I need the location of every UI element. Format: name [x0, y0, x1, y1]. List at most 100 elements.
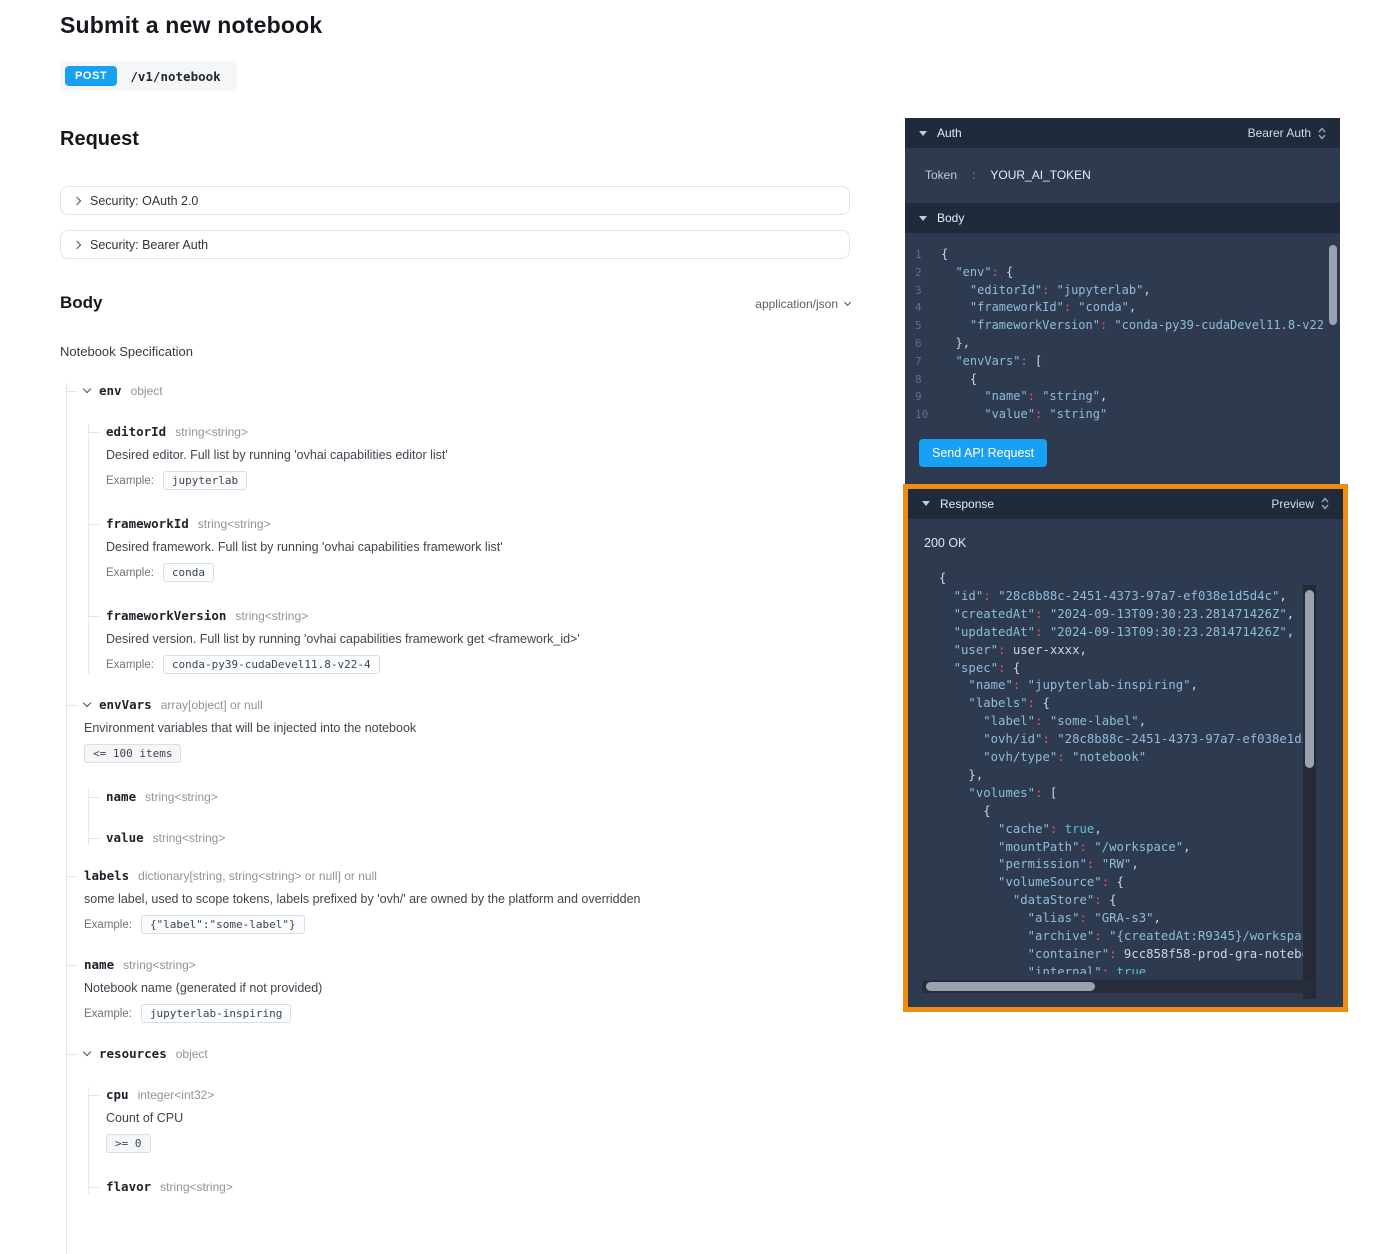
- http-method-badge: POST: [65, 66, 117, 86]
- code-line: "name": "jupyterlab-inspiring",: [924, 677, 1303, 695]
- code-line: "ovh/type": "notebook": [924, 749, 1303, 767]
- code-line: 1{: [905, 246, 1326, 264]
- body-scrollbar-thumb[interactable]: [1329, 245, 1337, 325]
- code-line: "updatedAt": "2024-09-13T09:30:23.281471…: [924, 624, 1303, 642]
- field-example-row: Example:{"label":"some-label"}: [84, 915, 850, 934]
- schema-field-head: env object: [84, 383, 850, 398]
- schema-field-head: namestring<string>: [84, 957, 850, 972]
- schema-tree: env object editorIdstring<string> Desired e…: [66, 383, 850, 1254]
- example-chip: conda-py39-cudaDevel11.8-v22-4: [163, 655, 380, 674]
- schema-field-frameworkId: frameworkIdstring<string>Desired framewo…: [89, 516, 850, 582]
- line-number: 3: [915, 283, 941, 300]
- schema-field-head: name string<string>: [106, 789, 850, 804]
- line-number: 2: [915, 265, 941, 282]
- highlight-annotation-box: Response Preview 200 OK { "id": "28c8b88…: [903, 484, 1348, 1012]
- example-label: Example:: [106, 475, 154, 487]
- example-chip: {"label":"some-label"}: [141, 915, 305, 934]
- schema-field-head: editorIdstring<string>: [106, 424, 850, 439]
- field-description: Desired editor. Full list by running 'ov…: [106, 448, 850, 462]
- field-name: name: [106, 789, 136, 804]
- example-label: Example:: [84, 1008, 132, 1020]
- token-value-input[interactable]: YOUR_AI_TOKEN: [990, 168, 1090, 182]
- code-line: {: [924, 803, 1303, 821]
- code-line: "dataStore": {: [924, 892, 1303, 910]
- schema-children: cpuinteger<int32>Count of CPU>= 0flavors…: [88, 1087, 850, 1194]
- field-type: string<string>: [145, 790, 218, 804]
- body-section-header[interactable]: Body: [905, 203, 1340, 233]
- code-line: 9 "name": "string",: [905, 388, 1326, 406]
- constraint-chip: >= 0: [106, 1134, 151, 1153]
- code-line: "container": 9cc858f58-prod-gra-notebook…: [924, 946, 1303, 964]
- chevron-down-icon[interactable]: [83, 1048, 91, 1056]
- code-line: {: [924, 570, 1303, 588]
- code-line: },: [924, 767, 1303, 785]
- endpoint-path: /v1/notebook: [130, 69, 220, 84]
- send-api-request-button[interactable]: Send API Request: [919, 439, 1047, 467]
- chevron-down-icon[interactable]: [83, 699, 91, 707]
- code-line: "spec": {: [924, 660, 1303, 678]
- auth-type-selector[interactable]: Bearer Auth: [1248, 126, 1326, 140]
- updown-arrows-icon: [1318, 127, 1326, 140]
- code-line: "alias": "GRA-s3",: [924, 910, 1303, 928]
- schema-field-head: frameworkIdstring<string>: [106, 516, 850, 531]
- field-type: object: [131, 384, 163, 398]
- code-line: "archive": "{createdAt:R9345}/workspace.…: [924, 928, 1303, 946]
- schema-children: editorIdstring<string> Desired editor. Fu…: [88, 424, 850, 674]
- response-vertical-scrollbar-thumb[interactable]: [1305, 590, 1314, 768]
- auth-type-value: Bearer Auth: [1248, 126, 1311, 140]
- line-number: 4: [915, 300, 941, 317]
- schema-field-head: labelsdictionary[string, string<string> …: [84, 868, 850, 883]
- collapse-triangle-icon: [919, 216, 927, 221]
- code-line: "volumeSource": {: [924, 874, 1303, 892]
- response-section-header[interactable]: Response Preview: [908, 489, 1343, 519]
- content-type-dropdown[interactable]: application/json: [755, 297, 850, 311]
- constraint-chip: <= 100 items: [84, 744, 181, 763]
- page-title: Submit a new notebook: [60, 12, 850, 39]
- response-horizontal-scrollbar-thumb[interactable]: [926, 982, 1095, 991]
- documentation-column: Submit a new notebook POST /v1/notebook …: [60, 0, 850, 1254]
- code-line: "labels": {: [924, 695, 1303, 713]
- field-description: Desired version. Full list by running 'o…: [106, 632, 850, 646]
- response-view-selector[interactable]: Preview: [1271, 497, 1329, 511]
- schema-field-editorId: editorIdstring<string> Desired editor. Fu…: [89, 424, 850, 490]
- response-code: { "id": "28c8b88c-2451-4373-97a7-ef038e1…: [908, 570, 1303, 974]
- security-list: Security: OAuth 2.0 Security: Bearer Auth: [60, 186, 850, 259]
- security-label: Security: OAuth 2.0: [90, 194, 198, 208]
- code-line: 4 "frameworkId": "conda",: [905, 299, 1326, 317]
- field-name: env: [99, 383, 122, 398]
- body-section-title: Body: [937, 211, 964, 225]
- schema-field-head: flavorstring<string>: [106, 1179, 850, 1194]
- updown-arrows-icon: [1321, 497, 1329, 510]
- code-line: "ovh/id": "28c8b88c-2451-4373-97a7-ef038…: [924, 731, 1303, 749]
- chevron-down-icon[interactable]: [83, 385, 91, 393]
- example-chip: conda: [163, 563, 214, 582]
- security-accordion-0[interactable]: Security: OAuth 2.0: [60, 186, 850, 215]
- request-body-code[interactable]: 1{2 "env": {3 "editorId": "jupyterlab",4…: [905, 246, 1326, 424]
- line-number: 6: [915, 336, 941, 353]
- response-view-value: Preview: [1271, 497, 1314, 511]
- example-chip: jupyterlab-inspiring: [141, 1004, 291, 1023]
- security-accordion-1[interactable]: Security: Bearer Auth: [60, 230, 850, 259]
- example-label: Example:: [106, 659, 154, 671]
- code-line: "createdAt": "2024-09-13T09:30:23.281471…: [924, 606, 1303, 624]
- response-vertical-scrollbar[interactable]: [1303, 585, 1316, 999]
- endpoint-bar: POST /v1/notebook: [60, 61, 237, 91]
- field-type: integer<int32>: [138, 1088, 215, 1102]
- code-line: "user": user-xxxx,: [924, 642, 1303, 660]
- example-chip: jupyterlab: [163, 471, 247, 490]
- code-line: "internal": true: [924, 964, 1303, 974]
- response-horizontal-scrollbar[interactable]: [922, 980, 1316, 993]
- field-type: array[object] or null: [161, 698, 263, 712]
- field-description: Notebook name (generated if not provided…: [84, 981, 850, 995]
- response-section-title: Response: [940, 497, 994, 511]
- request-body-editor[interactable]: 1{2 "env": {3 "editorId": "jupyterlab",4…: [905, 233, 1340, 484]
- code-line: "mountPath": "/workspace",: [924, 839, 1303, 857]
- field-name: name: [84, 957, 114, 972]
- line-number: 1: [915, 247, 941, 264]
- auth-section-header[interactable]: Auth Bearer Auth: [905, 118, 1340, 148]
- request-heading: Request: [60, 128, 850, 151]
- code-line: 5 "frameworkVersion": "conda-py39-cudaDe…: [905, 317, 1326, 335]
- schema-field-env: env object: [67, 383, 850, 398]
- field-type: object: [176, 1047, 208, 1061]
- token-label: Token: [925, 168, 957, 182]
